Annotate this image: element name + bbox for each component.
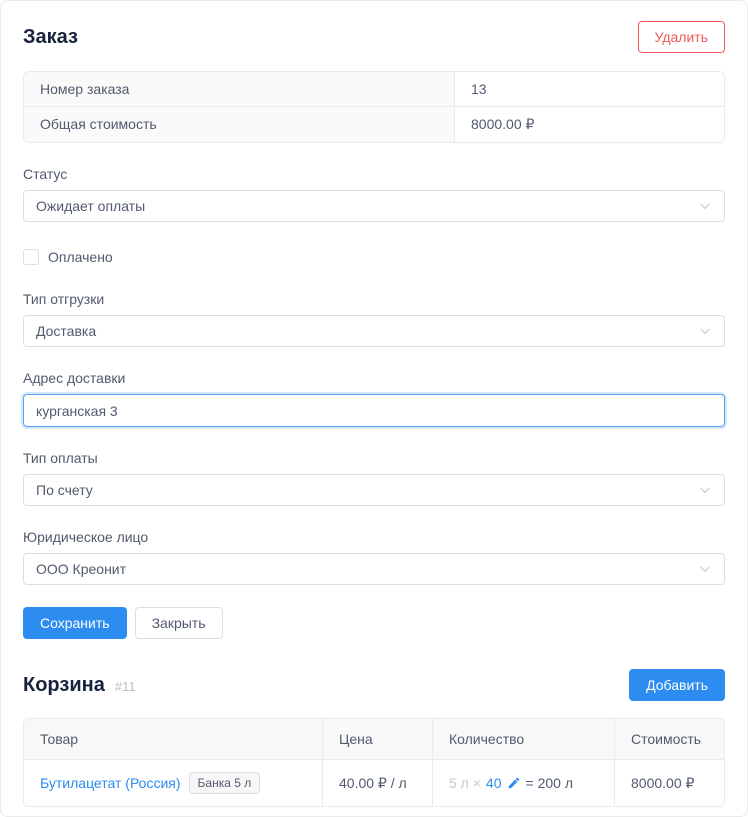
- shipping-type-label: Тип отгрузки: [23, 291, 725, 307]
- legal-entity-label: Юридическое лицо: [23, 529, 725, 545]
- close-button[interactable]: Закрыть: [135, 607, 223, 639]
- package-badge: Банка 5 л: [189, 772, 261, 794]
- quantity-value-link[interactable]: 40: [486, 775, 502, 791]
- cart-title-wrap: Корзина #11: [23, 674, 136, 697]
- status-label: Статус: [23, 166, 725, 182]
- price-cell: 40.00 ₽ / л: [322, 760, 432, 806]
- summary-row-order-number: Номер заказа 13: [24, 72, 724, 106]
- payment-type-label: Тип оплаты: [23, 450, 725, 466]
- cart-title: Корзина: [23, 674, 105, 697]
- legal-entity-select-value: ООО Креонит: [36, 561, 126, 577]
- page-title: Заказ: [23, 26, 78, 49]
- cart-order-ref: #11: [115, 679, 136, 694]
- chevron-down-icon: [698, 199, 712, 213]
- cart-table-row: Бутилацетат (Россия) Банка 5 л 40.00 ₽ /…: [24, 759, 724, 806]
- payment-type-field: Тип оплаты По счету: [23, 450, 725, 506]
- cart-table-header-row: Товар Цена Количество Стоимость: [24, 719, 724, 759]
- shipping-type-select-value: Доставка: [36, 323, 96, 339]
- delete-button[interactable]: Удалить: [638, 21, 725, 53]
- chevron-down-icon: [698, 483, 712, 497]
- delivery-address-input[interactable]: [23, 394, 725, 427]
- save-button[interactable]: Сохранить: [23, 607, 127, 639]
- paid-checkbox-row[interactable]: Оплачено: [23, 249, 113, 265]
- payment-type-select-value: По счету: [36, 482, 93, 498]
- delivery-address-field: Адрес доставки: [23, 370, 725, 427]
- product-link[interactable]: Бутилацетат (Россия): [40, 775, 181, 791]
- add-item-button[interactable]: Добавить: [629, 669, 725, 701]
- product-cell: Бутилацетат (Россия) Банка 5 л: [24, 760, 322, 806]
- quantity-prefix: 5 л ×: [449, 775, 481, 791]
- order-card: Заказ Удалить Номер заказа 13 Общая стои…: [0, 0, 748, 817]
- chevron-down-icon: [698, 324, 712, 338]
- cart-table: Товар Цена Количество Стоимость Бутилаце…: [23, 718, 725, 807]
- cost-cell: 8000.00 ₽: [614, 760, 724, 806]
- column-header-product: Товар: [24, 719, 322, 759]
- paid-checkbox-label: Оплачено: [48, 249, 113, 265]
- column-header-price: Цена: [322, 719, 432, 759]
- order-summary-table: Номер заказа 13 Общая стоимость 8000.00 …: [23, 71, 725, 143]
- chevron-down-icon: [698, 562, 712, 576]
- status-select-value: Ожидает оплаты: [36, 198, 145, 214]
- edit-quantity-icon[interactable]: [507, 776, 521, 790]
- legal-entity-field: Юридическое лицо ООО Креонит: [23, 529, 725, 585]
- quantity-total: = 200 л: [526, 775, 573, 791]
- shipping-type-select[interactable]: Доставка: [23, 315, 725, 347]
- payment-type-select[interactable]: По счету: [23, 474, 725, 506]
- summary-value: 13: [455, 72, 724, 106]
- delivery-address-label: Адрес доставки: [23, 370, 725, 386]
- summary-value: 8000.00 ₽: [455, 107, 724, 142]
- form-actions: Сохранить Закрыть: [23, 607, 725, 639]
- cart-header: Корзина #11 Добавить: [23, 669, 725, 701]
- paid-checkbox[interactable]: [23, 249, 39, 265]
- shipping-type-field: Тип отгрузки Доставка: [23, 291, 725, 347]
- legal-entity-select[interactable]: ООО Креонит: [23, 553, 725, 585]
- summary-label: Номер заказа: [24, 72, 455, 106]
- status-select[interactable]: Ожидает оплаты: [23, 190, 725, 222]
- order-header: Заказ Удалить: [23, 21, 725, 53]
- summary-label: Общая стоимость: [24, 107, 455, 142]
- summary-row-total-cost: Общая стоимость 8000.00 ₽: [24, 106, 724, 142]
- status-field: Статус Ожидает оплаты: [23, 166, 725, 222]
- column-header-cost: Стоимость: [614, 719, 724, 759]
- column-header-quantity: Количество: [432, 719, 614, 759]
- quantity-cell: 5 л × 40 = 200 л: [432, 760, 614, 806]
